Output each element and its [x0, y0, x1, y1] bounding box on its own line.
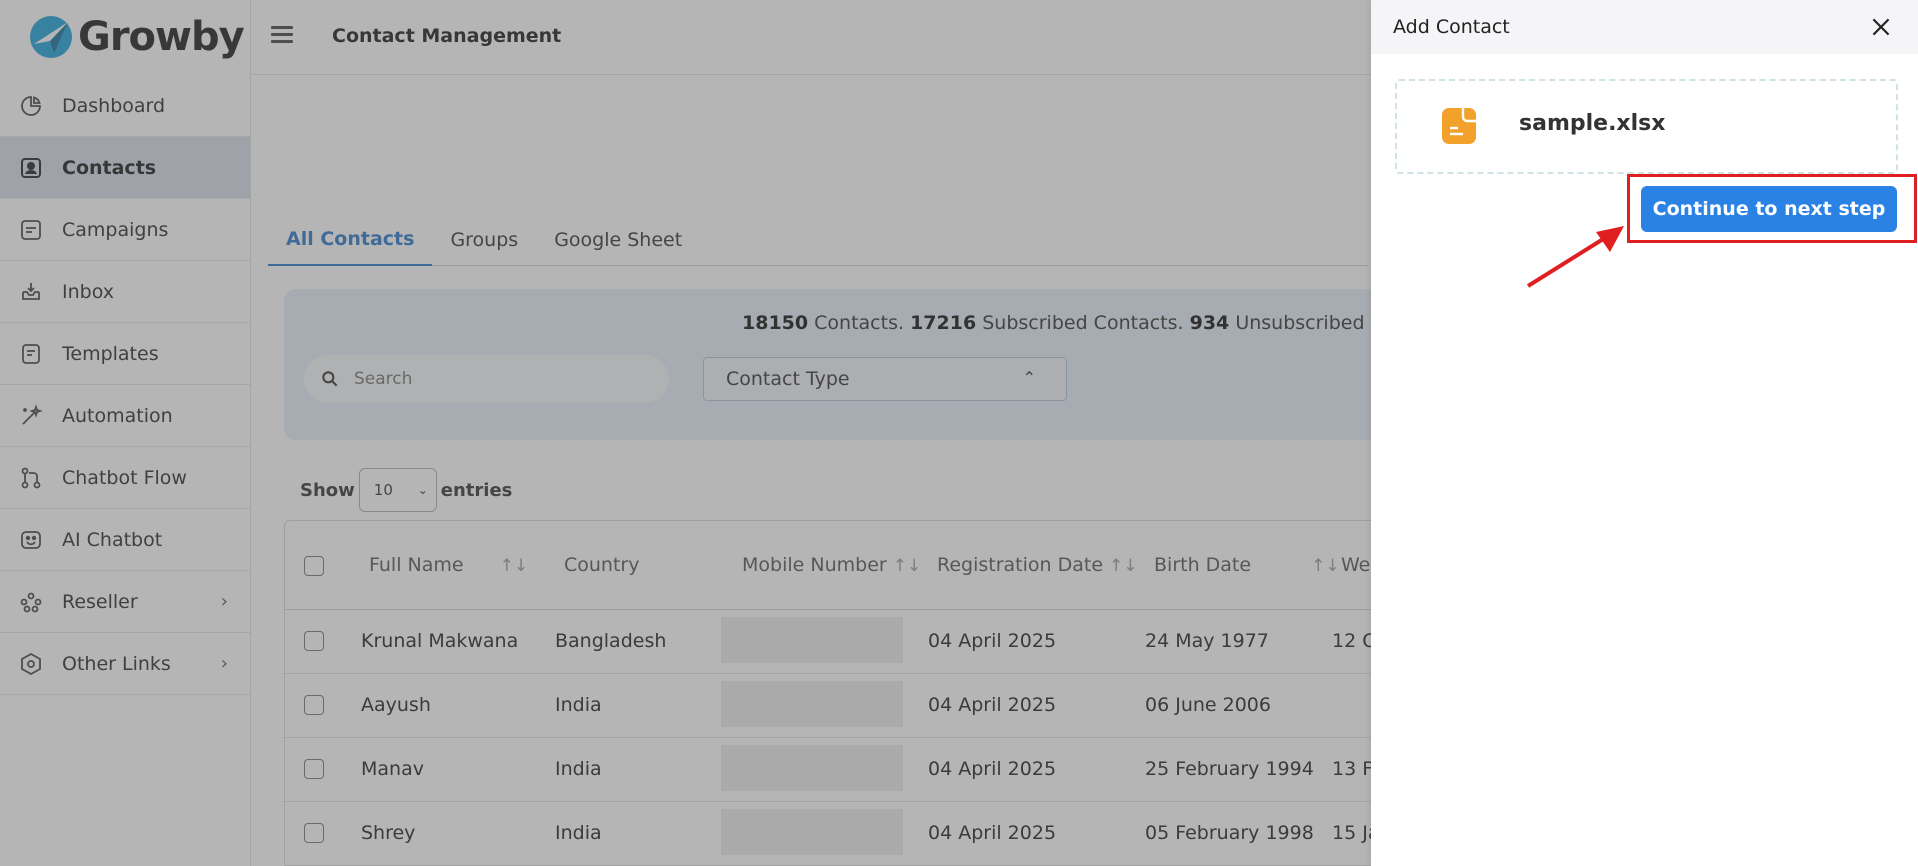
drawer-title: Add Contact: [1393, 16, 1510, 38]
drawer-header: Add Contact: [1371, 0, 1918, 54]
spreadsheet-file-icon: [1442, 108, 1476, 144]
continue-to-next-step-button[interactable]: Continue to next step: [1641, 186, 1897, 232]
add-contact-drawer: Add Contact sample.xlsx: [1371, 0, 1918, 866]
close-icon[interactable]: [1868, 14, 1894, 40]
uploaded-file-name: sample.xlsx: [1519, 111, 1666, 136]
file-upload-dropzone[interactable]: sample.xlsx: [1395, 79, 1898, 174]
modal-backdrop[interactable]: [0, 0, 1371, 866]
red-pointer-arrow-icon: [1526, 226, 1624, 288]
